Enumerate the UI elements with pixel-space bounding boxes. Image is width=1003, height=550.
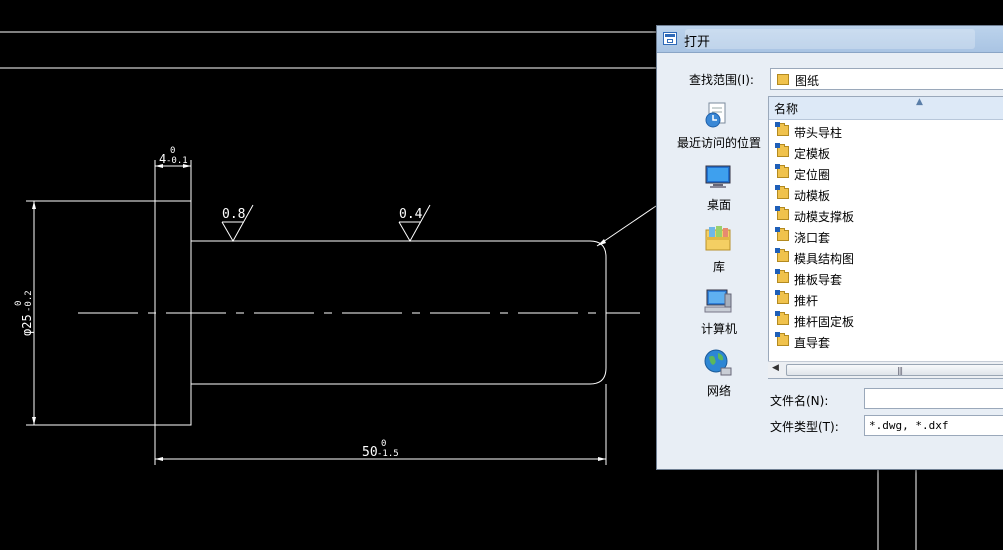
place-recent[interactable]: 最近访问的位置: [667, 94, 771, 152]
filetype-label: 文件类型(T):: [770, 420, 839, 434]
filetype-select[interactable]: *.dwg, *.dxf: [864, 415, 1003, 436]
arrow-dim-length-left: [155, 457, 163, 461]
list-item[interactable]: 推板导套: [775, 268, 1003, 288]
roughness-value-right: 0.4: [399, 207, 423, 222]
open-file-dialog: 打开 查找范围(I): 图纸 最近访问的位置 桌面 库 计算机 网络 名称 ▲ …: [656, 25, 1003, 470]
file-name: 模具结构图: [794, 252, 855, 266]
file-name: 推板导套: [794, 273, 843, 287]
shared-overlay-icon: [775, 143, 780, 148]
dim-dia-value: φ25: [20, 314, 34, 336]
place-network[interactable]: 网络: [667, 342, 771, 400]
place-label: 计算机: [700, 322, 737, 336]
shared-overlay-icon: [775, 227, 780, 232]
shared-overlay-icon: [775, 290, 780, 295]
file-name: 带头导柱: [794, 126, 843, 140]
shared-overlay-icon: [775, 332, 780, 337]
recent-places-icon: [705, 102, 726, 128]
place-label: 最近访问的位置: [676, 136, 761, 150]
place-label: 网络: [706, 384, 731, 398]
dim-width-tol-lower: -0.1: [166, 156, 188, 166]
shared-overlay-icon: [775, 122, 780, 127]
roughness-value-left: 0.8: [222, 207, 245, 222]
arrow-dim-dia-top: [32, 201, 36, 209]
shared-overlay-icon: [775, 185, 780, 190]
list-item[interactable]: 推杆固定板: [775, 310, 1003, 330]
folder-icon: [777, 74, 789, 85]
list-item[interactable]: 直导套: [775, 331, 1003, 351]
desktop-icon: [705, 165, 731, 188]
shared-overlay-icon: [775, 248, 780, 253]
filename-input[interactable]: [864, 388, 1003, 409]
look-in-label: 查找范围(I):: [689, 73, 754, 87]
arrow-dim-length-right: [598, 457, 606, 461]
network-icon: [704, 349, 732, 376]
look-in-combobox[interactable]: 图纸: [770, 68, 1003, 90]
scroll-left-arrow-icon[interactable]: ◀: [772, 363, 779, 373]
file-name: 推杆固定板: [794, 315, 855, 329]
filetype-value: *.dwg, *.dxf: [869, 419, 949, 432]
shared-overlay-icon: [775, 311, 780, 316]
column-header-name[interactable]: 名称: [774, 100, 798, 117]
list-item[interactable]: 推杆: [775, 289, 1003, 309]
file-name: 动模板: [794, 189, 831, 203]
list-item[interactable]: 浇口套: [775, 226, 1003, 246]
file-name: 浇口套: [794, 231, 831, 245]
place-computer[interactable]: 计算机: [667, 280, 771, 338]
scrollbar-thumb[interactable]: |||: [786, 364, 1003, 376]
dim-length-tol-lower: -1.5: [377, 449, 399, 459]
dim-width-tol-upper: 0: [170, 146, 175, 156]
list-item[interactable]: 动模板: [775, 184, 1003, 204]
arrow-dim-dia-bottom: [32, 417, 36, 425]
list-header[interactable]: 名称 ▲: [769, 97, 1003, 120]
sort-ascending-icon: ▲: [916, 97, 923, 107]
shared-overlay-icon: [775, 269, 780, 274]
file-name: 直导套: [794, 336, 831, 350]
file-name: 定模板: [794, 147, 831, 161]
place-libraries[interactable]: 库: [667, 218, 771, 276]
places-bar: 最近访问的位置 桌面 库 计算机 网络: [667, 92, 771, 450]
shared-overlay-icon: [775, 206, 780, 211]
place-desktop[interactable]: 桌面: [667, 156, 771, 214]
file-name: 定位圈: [794, 168, 831, 182]
dim-length-tol-upper: 0: [381, 439, 386, 449]
file-name: 推杆: [794, 294, 819, 308]
computer-icon: [704, 289, 732, 313]
app-icon: [663, 32, 677, 45]
dialog-titlebar[interactable]: 打开: [657, 26, 1003, 53]
leader-line: [596, 205, 657, 247]
libraries-icon: [705, 226, 731, 251]
list-item[interactable]: 定位圈: [775, 163, 1003, 183]
filename-label: 文件名(N):: [770, 394, 829, 408]
list-item[interactable]: 动模支撑板: [775, 205, 1003, 225]
look-in-value: 图纸: [795, 74, 820, 88]
file-list[interactable]: 名称 ▲ 带头导柱 定模板 定位圈 动模板 动模支撑板 浇口套 模具结构图 推板…: [768, 96, 1003, 379]
scroll-grip-icon: |||: [897, 366, 903, 375]
titlebar-highlight: [685, 29, 975, 49]
dim-dia-tol-lower: -0.2: [24, 290, 34, 312]
dim-length-value: 50: [362, 445, 378, 460]
horizontal-scrollbar[interactable]: ◀ |||: [768, 361, 1003, 378]
file-name: 动模支撑板: [794, 210, 855, 224]
place-label: 桌面: [706, 198, 731, 212]
dim-dia-tol-upper: 0: [14, 301, 24, 306]
list-item[interactable]: 定模板: [775, 142, 1003, 162]
shared-overlay-icon: [775, 164, 780, 169]
place-label: 库: [712, 260, 725, 274]
list-item[interactable]: 带头导柱: [775, 121, 1003, 141]
dialog-title: 打开: [684, 35, 711, 50]
list-item[interactable]: 模具结构图: [775, 247, 1003, 267]
